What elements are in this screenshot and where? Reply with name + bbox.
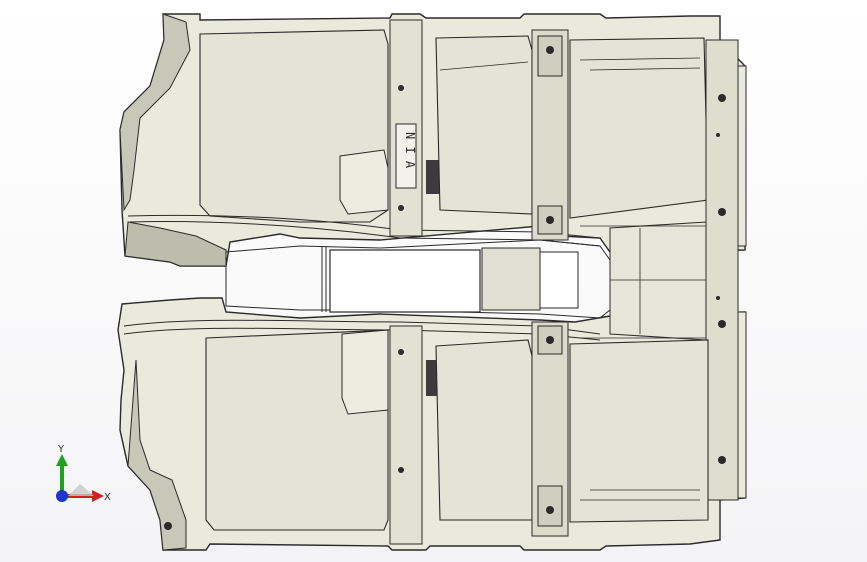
- y-axis-label: Y: [57, 444, 65, 455]
- graphics-viewport[interactable]: N I A Y X: [0, 0, 867, 562]
- rear-floor-panel-lower: [569, 339, 709, 523]
- rear-center-panel: [609, 221, 707, 341]
- part-marking: N I A: [403, 132, 417, 169]
- tunnel-opening: [329, 249, 481, 313]
- floor-pan-model[interactable]: N I A: [0, 0, 867, 562]
- front-floor-pocket-lower: [341, 329, 389, 415]
- rear-floor-panel-upper: [569, 37, 709, 219]
- cross-member-a-lower: [389, 325, 423, 545]
- tunnel-window: [539, 251, 579, 309]
- tunnel-plate: [481, 247, 541, 311]
- front-floor-pocket-upper: [339, 149, 389, 215]
- mid-floor-panel-lower: [435, 339, 533, 521]
- axis-triad: Y X: [56, 444, 111, 503]
- rear-right-rail: [705, 39, 739, 501]
- z-axis-icon: [56, 490, 68, 502]
- x-axis-label: X: [104, 492, 111, 503]
